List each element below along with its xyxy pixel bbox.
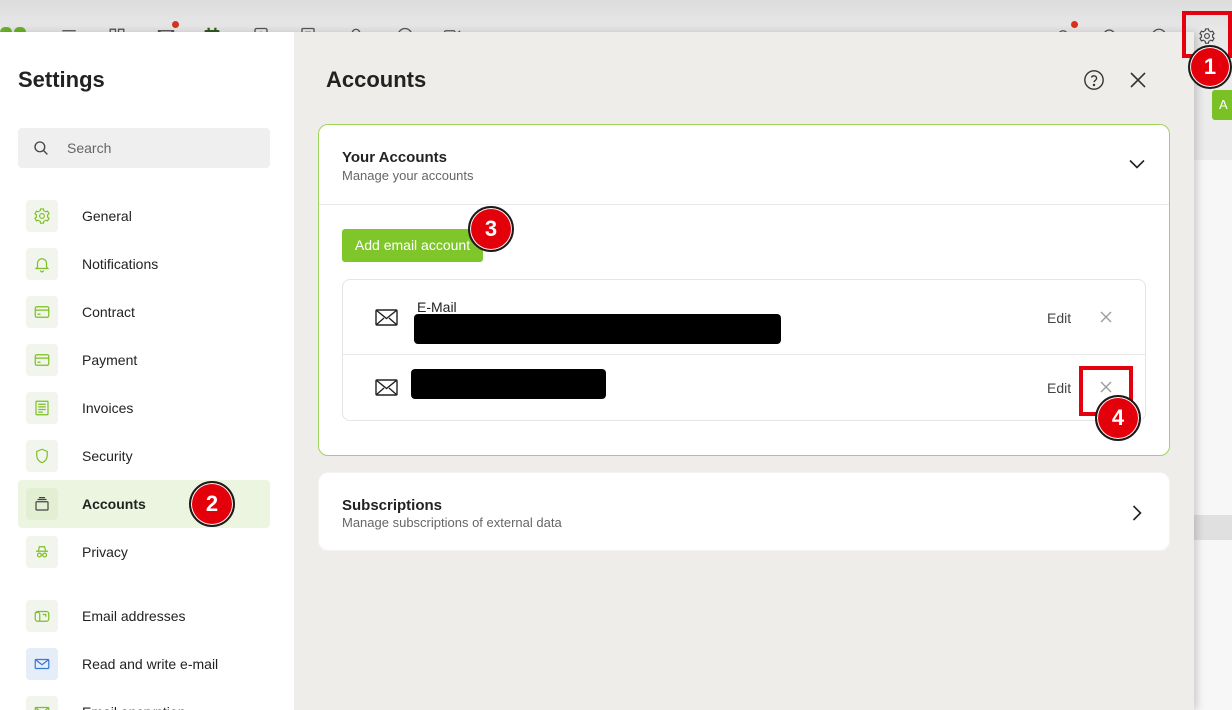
app-top-bar	[0, 0, 1232, 45]
sidebar-item-contract[interactable]: Contract	[18, 288, 270, 336]
sidebar-item-notifications[interactable]: Notifications	[18, 240, 270, 288]
sidebar-item-label: Read and write e-mail	[82, 656, 219, 672]
settings-title: Settings	[18, 67, 105, 92]
sidebar-item-label: Notifications	[82, 256, 159, 272]
add-email-account-button[interactable]: Add email account	[342, 229, 483, 262]
bell-icon	[26, 248, 58, 280]
edit-account-button[interactable]: Edit	[1047, 378, 1071, 398]
sidebar-item-label: Accounts	[82, 496, 146, 512]
invoice-icon	[26, 392, 58, 424]
sidebar-item-payment[interactable]: Payment	[18, 336, 270, 384]
sidebar-item-email-encryption[interactable]: Email encryption	[18, 688, 270, 710]
edit-account-button[interactable]: Edit	[1047, 308, 1071, 328]
sidebar-item-label: Security	[82, 448, 133, 464]
subscriptions-card[interactable]: Subscriptions Manage subscriptions of ex…	[318, 472, 1170, 551]
remove-account-button[interactable]	[1100, 311, 1112, 323]
chevron-right-icon	[1128, 504, 1146, 522]
sidebar-item-email-addresses[interactable]: Email addresses	[18, 592, 270, 640]
step-marker-1: 1	[1188, 45, 1232, 89]
card-title: Your Accounts	[342, 149, 448, 166]
sidebar-item-read-write-email[interactable]: Read and write e-mail	[18, 640, 270, 688]
background-add-button[interactable]: A	[1212, 90, 1232, 120]
credit-card-icon	[26, 344, 58, 376]
redacted-email-address	[411, 369, 606, 399]
sidebar-item-label: General	[82, 208, 132, 224]
sidebar-item-label: Invoices	[82, 400, 134, 416]
sidebar-item-invoices[interactable]: Invoices	[18, 384, 270, 432]
sidebar-item-privacy[interactable]: Privacy	[18, 528, 270, 576]
sidebar-item-security[interactable]: Security	[18, 432, 270, 480]
gear-icon	[26, 200, 58, 232]
background-app-area: A	[1194, 32, 1232, 710]
card-title: Subscriptions	[342, 497, 443, 514]
shield-icon	[26, 440, 58, 472]
mail-unread-dot	[172, 21, 179, 28]
background-divider	[1194, 515, 1232, 540]
help-icon[interactable]	[1083, 69, 1105, 91]
step-marker-3: 3	[468, 206, 514, 252]
envelope-icon	[375, 309, 398, 326]
background-content-lower	[1194, 540, 1232, 710]
mailbox-icon	[26, 600, 58, 632]
sidebar-item-label: Privacy	[82, 544, 128, 560]
incognito-icon	[26, 536, 58, 568]
search-input[interactable]	[65, 128, 260, 168]
chevron-down-icon	[1128, 155, 1146, 173]
envelope-icon	[375, 379, 398, 396]
card-subtitle: Manage subscriptions of external data	[342, 515, 562, 530]
settings-dialog: Settings General Notifications Contract	[0, 32, 1194, 710]
card-subtitle: Manage your accounts	[342, 168, 474, 183]
background-content	[1194, 160, 1232, 515]
step-marker-4: 4	[1095, 395, 1141, 441]
stack-icon	[26, 488, 58, 520]
sidebar-item-general[interactable]: General	[18, 192, 270, 240]
list-divider	[343, 354, 1145, 355]
envelope-icon	[26, 648, 58, 680]
your-accounts-card: Your Accounts Manage your accounts Add e…	[318, 124, 1170, 456]
settings-sidebar: Settings General Notifications Contract	[0, 32, 294, 710]
sidebar-item-label: Contract	[82, 304, 135, 320]
card-icon	[26, 296, 58, 328]
search-icon	[32, 139, 50, 157]
sidebar-item-label: Payment	[82, 352, 138, 368]
redacted-email-address	[414, 314, 781, 344]
card-divider	[319, 204, 1169, 205]
settings-search[interactable]	[18, 128, 270, 168]
sidebar-item-label: Email addresses	[82, 608, 186, 624]
page-title: Accounts	[326, 67, 427, 92]
step-marker-2: 2	[189, 481, 235, 527]
your-accounts-header[interactable]: Your Accounts Manage your accounts	[319, 125, 1169, 204]
sidebar-item-label: Email encryption	[82, 688, 186, 710]
close-settings-button[interactable]	[1128, 70, 1148, 90]
accounts-panel: Accounts Your Accounts Manage your accou…	[294, 32, 1194, 710]
notifications-unread-dot	[1071, 21, 1078, 28]
encryption-icon	[26, 696, 58, 710]
account-list: E-Mail Edit Edit 4	[342, 279, 1146, 441]
